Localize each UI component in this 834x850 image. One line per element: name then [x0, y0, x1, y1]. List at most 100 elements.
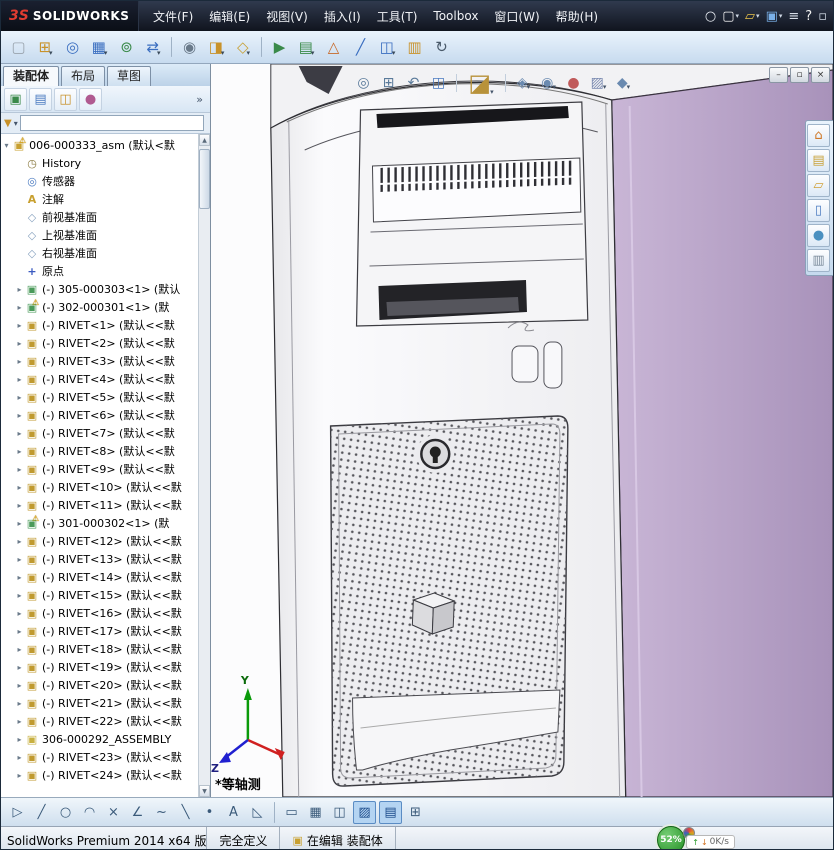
view-settings-icon[interactable]: ◆ ▾	[613, 73, 634, 94]
tree-item[interactable]: ▸ ▣ (-) 305-000303<1> (默认	[1, 280, 199, 298]
interference-detection-icon[interactable]: ◫ ▾	[375, 35, 400, 60]
menu-view[interactable]: 视图(V)	[258, 3, 316, 30]
menu-file[interactable]: 文件(F)	[145, 3, 201, 30]
expand-arrow-icon[interactable]: ▸	[14, 519, 25, 528]
configurationmanager-icon[interactable]: ◫	[54, 87, 77, 111]
view-orientation-icon[interactable]: ◪ ▾	[464, 67, 498, 99]
expand-arrow-icon[interactable]: ▸	[14, 645, 25, 654]
tree-item[interactable]: ▸ ▣ (-) RIVET<4> (默认<<默	[1, 370, 199, 388]
tower-model[interactable]	[211, 64, 833, 797]
expand-arrow-icon[interactable]: ▸	[14, 681, 25, 690]
tree-item[interactable]: ▸ ▣ (-) RIVET<19> (默认<<默	[1, 658, 199, 676]
scroll-up-icon[interactable]: ▲	[199, 134, 210, 146]
model-3d[interactable]: Y Z	[211, 64, 833, 797]
tree-item[interactable]: ▸ ▣ (-) RIVET<16> (默认<<默	[1, 604, 199, 622]
graphics-area[interactable]: Y Z ◎ ⊞ ↶ ◫ ◪ ▾ ◈ ▾ ◉ ▾ ● ▨ ▾ ◆ ▾ – ▫ × ⌂ ▤ ▱ ▯ ● ▥ *等轴测	[211, 64, 833, 797]
expand-arrow-icon[interactable]: ▸	[14, 537, 25, 546]
filter-funnel-icon[interactable]: ▼	[4, 118, 12, 129]
zoom-area-icon[interactable]: ⊞	[378, 73, 399, 94]
tree-item[interactable]: ▸ ▣ (-) RIVET<6> (默认<<默	[1, 406, 199, 424]
tree-item[interactable]: ▸ ▣ 306-000292_ASSEMBLY	[1, 730, 199, 748]
expand-arrow-icon[interactable]: ▸	[14, 429, 25, 438]
select-tool-icon[interactable]: ▷	[7, 802, 28, 823]
expand-arrow-icon[interactable]: ▸	[14, 501, 25, 510]
solidworks-resources-icon[interactable]: ⌂	[807, 124, 830, 147]
tree-item[interactable]: ◇ 右视基准面	[1, 244, 199, 262]
tree-item[interactable]: ◷ History	[1, 154, 199, 172]
rectangle-tool-icon[interactable]: ▭	[281, 802, 302, 823]
point-tool-icon[interactable]: •	[199, 802, 220, 823]
help-icon[interactable]: ?	[805, 9, 812, 24]
tree-item[interactable]: ▸ ▣ (-) RIVET<1> (默认<<默	[1, 316, 199, 334]
tree-item[interactable]: ▸ ▣ (-) RIVET<9> (默认<<默	[1, 460, 199, 478]
tree-item[interactable]: ▸ ▣ (-) RIVET<17> (默认<<默	[1, 622, 199, 640]
tree-item[interactable]: ▸ ▣ (-) RIVET<5> (默认<<默	[1, 388, 199, 406]
expand-arrow-icon[interactable]: ▸	[14, 393, 25, 402]
tree-item[interactable]: ▸ ▣ (-) RIVET<24> (默认<<默	[1, 766, 199, 784]
reference-geometry-icon[interactable]: ◇ ▾	[231, 35, 256, 60]
search-icon[interactable]: ○	[705, 9, 716, 24]
expand-arrow-icon[interactable]: ▸	[14, 339, 25, 348]
exploded-view-icon[interactable]: △	[321, 35, 346, 60]
insert-components-icon[interactable]: ⊞ ▾	[33, 35, 58, 60]
expand-arrow-icon[interactable]: ▸	[14, 465, 25, 474]
tree-item[interactable]: ▸ ▣ (-) RIVET<13> (默认<<默	[1, 550, 199, 568]
explode-line-sketch-icon[interactable]: ╱	[348, 35, 373, 60]
tree-item[interactable]: ▸ ▣ (-) RIVET<20> (默认<<默	[1, 676, 199, 694]
linear-component-pattern-icon[interactable]: ▦ ▾	[87, 35, 112, 60]
close-doc-button[interactable]: ×	[811, 67, 830, 83]
tree-item[interactable]: ▸ ▣ (-) RIVET<2> (默认<<默	[1, 334, 199, 352]
tree-item[interactable]: A 注解	[1, 190, 199, 208]
tree-item[interactable]: ▾ ▣ ⚠ 006-000333_asm (默认<默	[1, 136, 199, 154]
edit-appearance-icon[interactable]: ●	[563, 73, 584, 94]
sketch-pattern-icon[interactable]: ▦	[305, 802, 326, 823]
menu-help[interactable]: 帮助(H)	[548, 3, 606, 30]
new-motion-study-icon[interactable]: ▶	[267, 35, 292, 60]
expand-arrow-icon[interactable]: ▸	[14, 303, 25, 312]
tree-item[interactable]: ◇ 前视基准面	[1, 208, 199, 226]
open-icon[interactable]: ▱ ▾	[745, 9, 760, 24]
expand-panel-icon[interactable]: »	[192, 93, 207, 106]
menu-tools[interactable]: 工具(T)	[369, 3, 426, 30]
expand-arrow-icon[interactable]: ▸	[14, 753, 25, 762]
expand-arrow-icon[interactable]: ▸	[14, 555, 25, 564]
expand-arrow-icon[interactable]: ▸	[14, 447, 25, 456]
bill-of-materials-icon[interactable]: ▤ ▾	[294, 35, 319, 60]
expand-arrow-icon[interactable]: ▸	[14, 591, 25, 600]
options-icon[interactable]: ≡	[788, 9, 799, 24]
expand-arrow-icon[interactable]: ▸	[14, 357, 25, 366]
expand-arrow-icon[interactable]: ▸	[14, 321, 25, 330]
tree-item[interactable]: ▸ ▣ (-) RIVET<7> (默认<<默	[1, 424, 199, 442]
tab-assembly[interactable]: 装配体	[3, 66, 60, 86]
featuremanager-tree-icon[interactable]: ▣	[4, 87, 27, 111]
tree-item[interactable]: ▸ ▣ (-) RIVET<10> (默认<<默	[1, 478, 199, 496]
zoom-fit-icon[interactable]: ◎	[353, 73, 374, 94]
expand-arrow-icon[interactable]: ▸	[14, 483, 25, 492]
expand-arrow-icon[interactable]: ▸	[14, 627, 25, 636]
displaymanager-icon[interactable]: ●	[79, 87, 102, 111]
expand-arrow-icon[interactable]: ▸	[14, 663, 25, 672]
menu-insert[interactable]: 插入(I)	[316, 3, 369, 30]
tree-item[interactable]: ▸ ▣ (-) RIVET<23> (默认<<默	[1, 748, 199, 766]
custom-properties-icon[interactable]: ▥	[807, 249, 830, 272]
grid-snap-icon[interactable]: ⊞	[405, 802, 426, 823]
tree-item[interactable]: ◎ 传感器	[1, 172, 199, 190]
assembly-visualization-icon[interactable]: ▥	[402, 35, 427, 60]
minimize-doc-button[interactable]: –	[769, 67, 788, 83]
file-explorer-icon[interactable]: ▱	[807, 174, 830, 197]
assembly-features-icon[interactable]: ◨ ▾	[204, 35, 229, 60]
tree-item[interactable]: ◇ 上视基准面	[1, 226, 199, 244]
hide-show-items-icon[interactable]: ◉ ▾	[538, 73, 559, 94]
tree-item[interactable]: ▸ ▣ (-) RIVET<11> (默认<<默	[1, 496, 199, 514]
filter-input[interactable]	[19, 115, 204, 131]
tree-item[interactable]: + 原点	[1, 262, 199, 280]
expand-arrow-icon[interactable]: ▸	[14, 771, 25, 780]
filter-dropdown-icon[interactable]: ▾	[14, 119, 18, 128]
view-palette-icon[interactable]: ▯	[807, 199, 830, 222]
instant2d-icon[interactable]: ▤	[379, 800, 402, 824]
previous-view-icon[interactable]: ↶	[403, 73, 424, 94]
percent-badge[interactable]: 52%	[657, 826, 685, 849]
tree-item[interactable]: ▸ ▣ (-) RIVET<21> (默认<<默	[1, 694, 199, 712]
menu-toolbox[interactable]: Toolbox	[425, 4, 486, 28]
line-tool-icon[interactable]: ╱	[31, 802, 52, 823]
